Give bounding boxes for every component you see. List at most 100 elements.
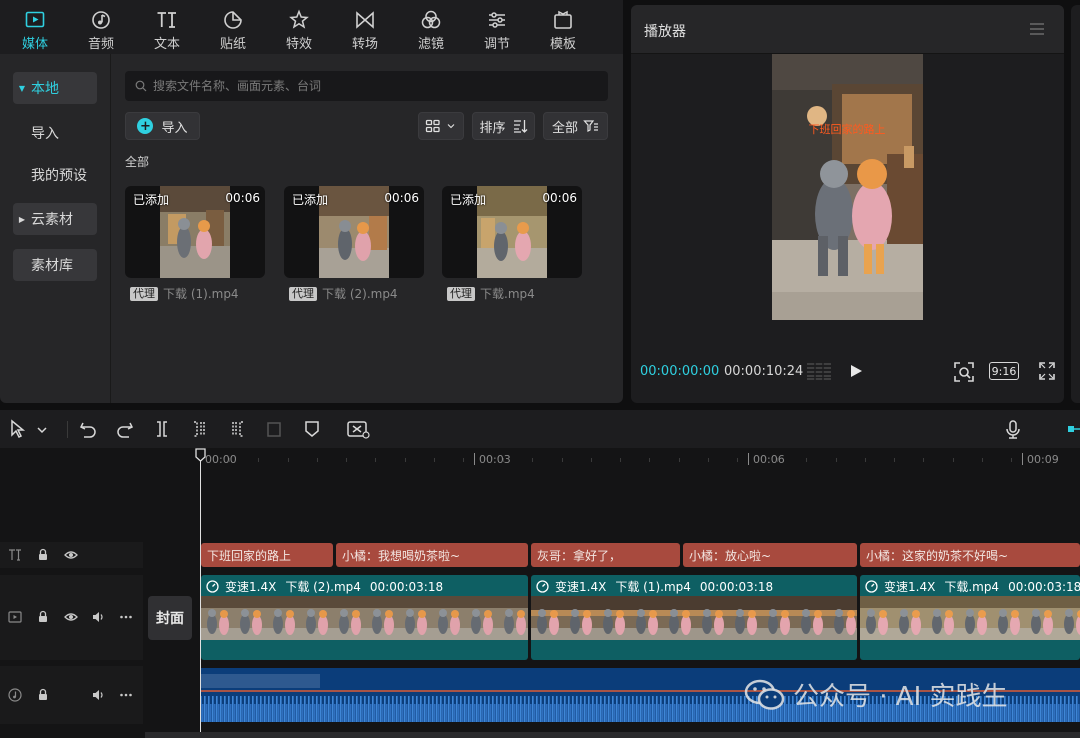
search-input[interactable]	[153, 79, 593, 93]
tab-transition[interactable]: 转场	[332, 0, 398, 54]
speaker-icon[interactable]	[91, 610, 105, 624]
watermark-text: 公众号 · AI 实践生	[793, 682, 1008, 712]
view-mode-button[interactable]	[418, 112, 464, 140]
more-icon[interactable]	[119, 610, 133, 624]
video-clip[interactable]: 变速1.4X 下载 (2).mp4 00:00:03:18	[201, 575, 528, 660]
split-icon[interactable]	[152, 419, 172, 439]
microphone-icon[interactable]	[1003, 419, 1023, 439]
video-track-icon	[8, 611, 22, 623]
trim-left-icon[interactable]	[190, 419, 210, 439]
player-header: 播放器	[631, 5, 1064, 54]
video-clip[interactable]: 变速1.4X 下载 (1).mp4 00:00:03:18	[531, 575, 857, 660]
select-pointer-icon[interactable]	[8, 419, 28, 439]
clip-duration: 00:06	[542, 191, 577, 205]
tab-audio[interactable]: 音频	[68, 0, 134, 54]
sidebar-item-label: 本地	[31, 81, 59, 97]
menu-icon[interactable]	[1029, 22, 1045, 36]
media-clip-card[interactable]: 已添加 00:06	[284, 186, 424, 278]
cover-button[interactable]: 封面	[148, 596, 192, 640]
subtitle-clip[interactable]: 小橘：我想喝奶茶啦~	[336, 543, 528, 567]
more-icon[interactable]	[119, 688, 133, 702]
transition-icon	[356, 11, 374, 29]
import-button[interactable]: + 导入	[125, 112, 200, 140]
trim-right-icon[interactable]	[227, 419, 247, 439]
tab-label: 音频	[87, 37, 114, 52]
tab-label: 模板	[549, 37, 576, 52]
play-icon[interactable]	[849, 361, 863, 381]
marker-icon[interactable]	[302, 419, 322, 439]
playhead-handle[interactable]	[195, 448, 206, 462]
timeline: 封面 00:00 00:03 00:06 00:09 下班回家的路上 小橘：我想…	[0, 448, 1080, 738]
chevron-down-icon[interactable]	[35, 419, 49, 439]
media-icon	[25, 11, 45, 28]
lock-icon[interactable]	[36, 688, 50, 702]
audio-track-header	[0, 666, 143, 724]
audio-icon	[92, 11, 110, 29]
tab-effects[interactable]: 特效	[266, 0, 332, 54]
track-toggle-icon[interactable]	[1066, 419, 1080, 439]
focus-icon[interactable]	[953, 361, 975, 383]
sidebar-item-label: 云素材	[31, 212, 73, 228]
waveform-icon[interactable]	[806, 361, 832, 381]
video-clip-name: 下载.mp4	[944, 580, 1000, 594]
clip-name: 代理 下载 (1).mp4	[130, 285, 239, 302]
timeline-toolbar	[0, 410, 1080, 448]
watermark: 公众号 · AI 实践生	[743, 676, 1008, 713]
video-preview[interactable]: 下班回家的路上	[772, 54, 923, 320]
undo-icon[interactable]	[78, 419, 98, 439]
timeline-scrollbar[interactable]	[145, 732, 1080, 738]
filter-funnel-icon	[583, 120, 598, 132]
caret-down-icon: ▼	[18, 83, 26, 93]
media-clip-card[interactable]: 已添加 00:06	[442, 186, 582, 278]
tab-sticker[interactable]: 贴纸	[200, 0, 266, 54]
video-clip-frames	[201, 596, 528, 640]
filter-icon	[421, 10, 441, 29]
clip-added-badge: 已添加	[450, 193, 487, 207]
eye-icon[interactable]	[64, 548, 78, 562]
filter-button[interactable]: 全部	[543, 112, 608, 140]
aspect-ratio-button[interactable]: 9:16	[989, 362, 1019, 380]
smart-cut-icon[interactable]	[346, 419, 370, 439]
tab-label: 调节	[483, 37, 510, 52]
sidebar-item-label: 导入	[31, 126, 59, 142]
video-clip-label: 变速1.4X 下载 (2).mp4 00:00:03:18	[206, 578, 452, 595]
sort-icon	[513, 120, 527, 133]
clip-duration: 00:06	[384, 191, 419, 205]
tab-filter[interactable]: 滤镜	[398, 0, 464, 54]
video-clip[interactable]: 变速1.4X 下载.mp4 00:00:03:18	[860, 575, 1080, 660]
media-clip-card[interactable]: 已添加 00:06	[125, 186, 265, 278]
ruler-label: 00:03	[479, 453, 511, 466]
tab-adjust[interactable]: 调节	[464, 0, 530, 54]
sidebar-item-import[interactable]: 导入	[13, 117, 97, 149]
proxy-tag: 代理	[289, 286, 317, 301]
redo-icon[interactable]	[115, 419, 135, 439]
speaker-icon[interactable]	[91, 688, 105, 702]
tab-text[interactable]: 文本	[134, 0, 200, 54]
clip-filename: 下载 (2).mp4	[322, 287, 398, 301]
lock-icon[interactable]	[36, 610, 50, 624]
sidebar-item-cloud[interactable]: ▶ 云素材	[13, 203, 97, 235]
playhead-line[interactable]	[200, 454, 201, 738]
search-box[interactable]	[125, 71, 608, 101]
subtitle-clip[interactable]: 小橘：这家的奶茶不好喝~	[860, 543, 1080, 567]
subtitle-clip[interactable]: 灰哥：拿好了，	[531, 543, 680, 567]
tab-media[interactable]: 媒体	[2, 0, 68, 54]
clip-thumbnail	[319, 186, 389, 278]
side-panel-edge	[1071, 5, 1080, 403]
sort-button[interactable]: 排序	[472, 112, 535, 140]
subtitle-clip[interactable]: 小橘：放心啦~	[683, 543, 857, 567]
sidebar-item-local[interactable]: ▼ 本地	[13, 72, 97, 104]
lock-icon[interactable]	[36, 548, 50, 562]
clip-name: 代理 下载.mp4	[447, 285, 535, 302]
video-track-header	[0, 575, 143, 660]
tab-template[interactable]: 模板	[530, 0, 596, 54]
total-time: 00:00:10:24	[724, 364, 804, 379]
fullscreen-icon[interactable]	[1038, 361, 1056, 381]
eye-icon[interactable]	[64, 610, 78, 624]
sidebar-item-label: 我的预设	[31, 168, 87, 184]
sidebar-item-my-presets[interactable]: 我的预设	[13, 159, 97, 191]
sidebar-item-library[interactable]: 素材库	[13, 249, 97, 281]
grid-view-icon	[425, 119, 440, 133]
search-icon	[135, 80, 147, 92]
subtitle-clip[interactable]: 下班回家的路上	[201, 543, 333, 567]
